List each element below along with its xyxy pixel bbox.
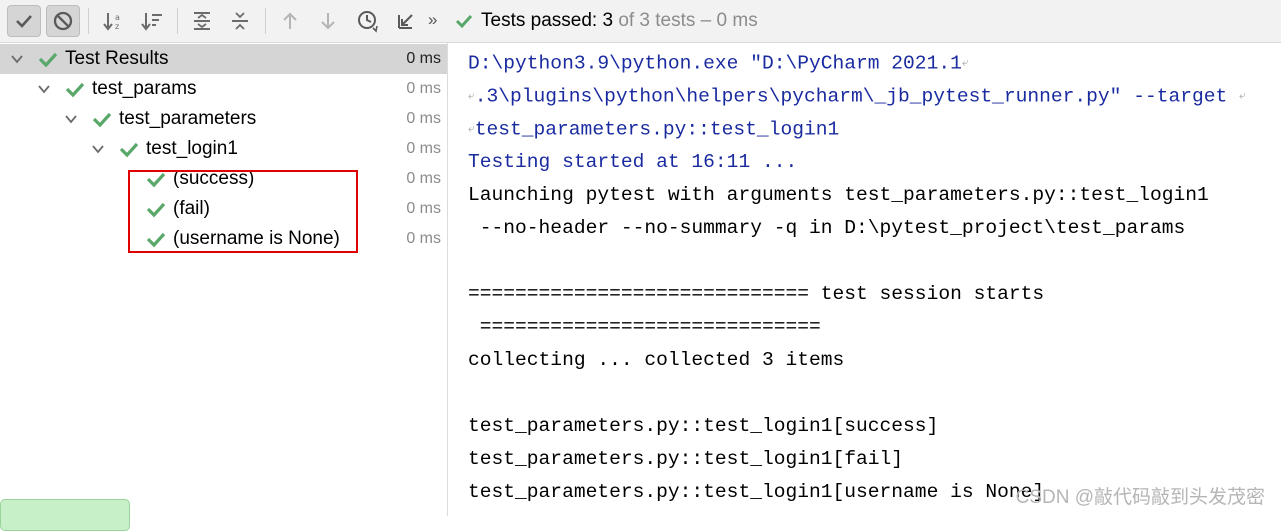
soft-wrap-icon: ⤶ — [468, 122, 475, 136]
next-failed-button[interactable] — [311, 5, 345, 37]
previous-failed-button[interactable] — [273, 5, 307, 37]
console-output[interactable]: D:\python3.9\python.exe "D:\PyCharm 2021… — [468, 47, 1268, 516]
tree-item-duration: 0 ms — [406, 140, 441, 157]
tree-item-duration: 0 ms — [406, 200, 441, 217]
chevron-down-icon[interactable] — [10, 52, 24, 66]
console-line: collecting ... collected 3 items — [468, 349, 845, 371]
console-line: D:\python3.9\python.exe "D:\PyCharm 2021… — [468, 47, 1268, 80]
test-history-button[interactable] — [351, 5, 385, 37]
console-line: ============================= — [468, 316, 821, 338]
show-passed-icon — [16, 15, 32, 28]
tree-item-duration: 0 ms — [406, 170, 441, 187]
passed-check-icon — [38, 52, 58, 68]
console-line: --no-header --no-summary -q in D:\pytest… — [468, 217, 1186, 239]
collapse-all-button[interactable] — [223, 5, 257, 37]
tree-row-test-results[interactable]: Test Results 0 ms — [0, 44, 447, 74]
test-status-summary: Tests passed: 3 of 3 tests – 0 ms — [455, 8, 758, 34]
annotation-highlight-box — [128, 170, 358, 253]
show-ignored-icon — [53, 11, 73, 31]
panel-splitter[interactable] — [447, 43, 448, 516]
soft-wrap-icon: ⤶ — [468, 89, 475, 103]
tree-item-label: test_login1 — [146, 138, 238, 159]
collapse-all-icon — [232, 12, 248, 30]
console-line: test_parameters.py::test_login1[fail] — [468, 448, 904, 470]
status-popup — [0, 499, 130, 531]
tree-item-duration: 0 ms — [406, 50, 441, 67]
toolbar-overflow-button[interactable]: » — [428, 10, 437, 30]
tree-row-test-login1[interactable]: test_login1 0 ms — [0, 134, 447, 164]
passed-check-icon — [92, 112, 112, 128]
sort-alphabetically-icon: az — [103, 13, 120, 31]
sort-by-duration-button[interactable] — [135, 5, 169, 37]
passed-check-icon — [65, 82, 85, 98]
sort-by-duration-icon — [141, 13, 162, 31]
watermark: CSDN @敲代码敲到头发茂密 — [1015, 487, 1265, 508]
status-passed-count: 3 — [602, 10, 614, 31]
console-line: ⤶.3\plugins\python\helpers\pycharm\_jb_p… — [468, 80, 1268, 113]
tree-item-label: test_parameters — [119, 108, 257, 129]
soft-wrap-icon: ⤶ — [1239, 89, 1246, 103]
expand-all-button[interactable] — [185, 5, 219, 37]
console-line: Testing started at 16:11 ... — [468, 151, 798, 173]
chevron-down-icon[interactable] — [37, 82, 51, 96]
toolbar-separator — [177, 8, 178, 34]
tree-item-duration: 0 ms — [406, 230, 441, 247]
toolbar-separator — [88, 8, 89, 34]
soft-wrap-icon: ⤶ — [961, 56, 969, 70]
tree-item-label: Test Results — [65, 48, 169, 69]
sort-alphabetically-button[interactable]: az — [97, 5, 131, 37]
chevron-down-icon[interactable] — [64, 112, 78, 126]
tree-row-test-params[interactable]: test_params 0 ms — [0, 74, 447, 104]
test-runner-toolbar: az » Tests passed: 3 of 3 tests – 0 ms — [0, 0, 1281, 43]
show-passed-button[interactable] — [7, 5, 41, 37]
svg-text:a: a — [115, 13, 120, 22]
tree-item-duration: 0 ms — [406, 110, 441, 127]
console-line: ============================= test sessi… — [468, 283, 1045, 305]
tree-item-duration: 0 ms — [406, 80, 441, 97]
import-tests-button[interactable] — [389, 5, 423, 37]
expand-all-icon — [194, 12, 210, 30]
test-history-icon — [358, 11, 378, 33]
previous-failed-icon — [283, 12, 297, 29]
tree-item-label: test_params — [92, 78, 197, 99]
console-line: test_parameters.py::test_login1[success] — [468, 415, 939, 437]
import-tests-icon — [398, 14, 413, 29]
toolbar-separator — [265, 8, 266, 34]
chevron-down-icon[interactable] — [91, 142, 105, 156]
passed-check-icon — [455, 14, 473, 29]
passed-check-icon — [119, 142, 139, 158]
status-prefix: Tests passed: — [481, 10, 598, 31]
next-failed-icon — [321, 13, 335, 30]
console-line: Launching pytest with arguments test_par… — [468, 184, 1209, 206]
svg-text:z: z — [115, 22, 119, 31]
tree-row-test-parameters[interactable]: test_parameters 0 ms — [0, 104, 447, 134]
show-ignored-button[interactable] — [46, 5, 80, 37]
status-suffix: of 3 tests – 0 ms — [618, 10, 758, 31]
console-line: ⤶test_parameters.py::test_login1 — [468, 113, 1268, 146]
